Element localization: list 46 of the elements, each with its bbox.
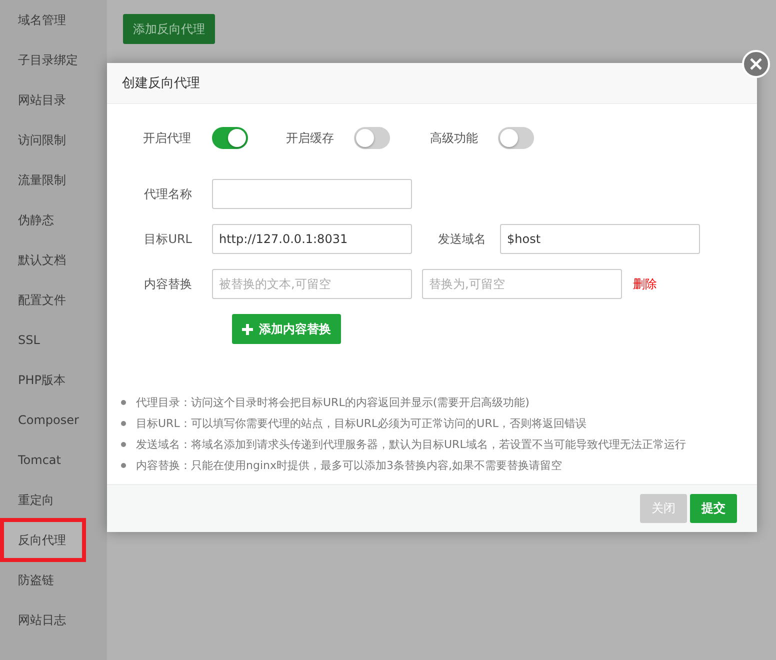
sidebar-item[interactable]: 域名管理 xyxy=(0,0,107,40)
sidebar-item[interactable]: 伪静态 xyxy=(0,200,107,240)
sidebar-item[interactable]: 重定向 xyxy=(0,480,107,520)
sidebar-item[interactable]: SSL xyxy=(0,320,107,360)
bullet-icon xyxy=(121,400,126,405)
sidebar-item[interactable]: Composer xyxy=(0,400,107,440)
bullet-icon xyxy=(121,421,126,426)
bullet-icon xyxy=(121,463,126,468)
field-label: 发送域名 xyxy=(437,230,487,248)
toggle-switch[interactable] xyxy=(212,127,248,149)
plus-icon xyxy=(242,324,253,334)
sidebar-item[interactable]: 流量限制 xyxy=(0,160,107,200)
toggle-switch[interactable] xyxy=(354,127,390,149)
sidebar-item[interactable]: 子目录绑定 xyxy=(0,40,107,80)
toggle-label: 高级功能 xyxy=(429,130,479,146)
dialog-title: 创建反向代理 xyxy=(107,63,757,104)
field-label: 内容替换 xyxy=(143,276,193,292)
field-label: 目标URL xyxy=(143,230,193,248)
sidebar-item[interactable]: Tomcat xyxy=(0,440,107,480)
toggle-label: 开启代理 xyxy=(142,130,192,146)
sidebar-item[interactable]: 网站日志 xyxy=(0,600,107,640)
field-label: 代理名称 xyxy=(143,186,193,202)
sidebar-item[interactable]: PHP版本 xyxy=(0,360,107,400)
add-proxy-button[interactable]: 添加反向代理 xyxy=(123,14,215,44)
replace-from-field[interactable]: 被替换的文本,可留空 xyxy=(212,269,412,299)
replace-to-field[interactable]: 替换为,可留空 xyxy=(422,269,622,299)
delete-link[interactable]: 删除 xyxy=(633,276,657,292)
note-text: 目标URL：可以填写你需要代理的站点，目标URL必须为可正常访问的URL，否则将返回错误 xyxy=(136,416,586,431)
toggle-label: 开启缓存 xyxy=(285,130,335,146)
bullet-icon xyxy=(121,442,126,447)
note-text: 内容替换：只能在使用nginx时提供，最多可以添加3条替换内容,如果不需要替换请留空 xyxy=(136,458,562,473)
sidebar-item[interactable]: 访问限制 xyxy=(0,120,107,160)
proxy-name-field[interactable] xyxy=(212,179,412,209)
target-url-field[interactable]: http://127.0.0.1:8031 xyxy=(212,224,412,254)
send-domain-field[interactable]: $host xyxy=(500,224,700,254)
toggle-switch[interactable] xyxy=(498,127,534,149)
sidebar-item[interactable]: 反向代理 xyxy=(2,520,84,560)
add-replace-button[interactable]: 添加内容替换 xyxy=(232,314,341,344)
sidebar-item[interactable]: 网站目录 xyxy=(0,80,107,120)
close-icon[interactable] xyxy=(742,50,770,78)
sidebar-item[interactable]: 防盗链 xyxy=(0,560,107,600)
note-text: 代理目录：访问这个目录时将会把目标URL的内容返回并显示(需要开启高级功能) xyxy=(136,395,530,410)
note-text: 发送域名：将域名添加到请求头传递到代理服务器，默认为目标URL域名，若设置不当可能导致代理无法正常运行 xyxy=(136,437,686,452)
sidebar-item[interactable]: 配置文件 xyxy=(0,280,107,320)
sidebar-item[interactable]: 默认文档 xyxy=(0,240,107,280)
submit-button[interactable]: 提交 xyxy=(690,494,737,523)
